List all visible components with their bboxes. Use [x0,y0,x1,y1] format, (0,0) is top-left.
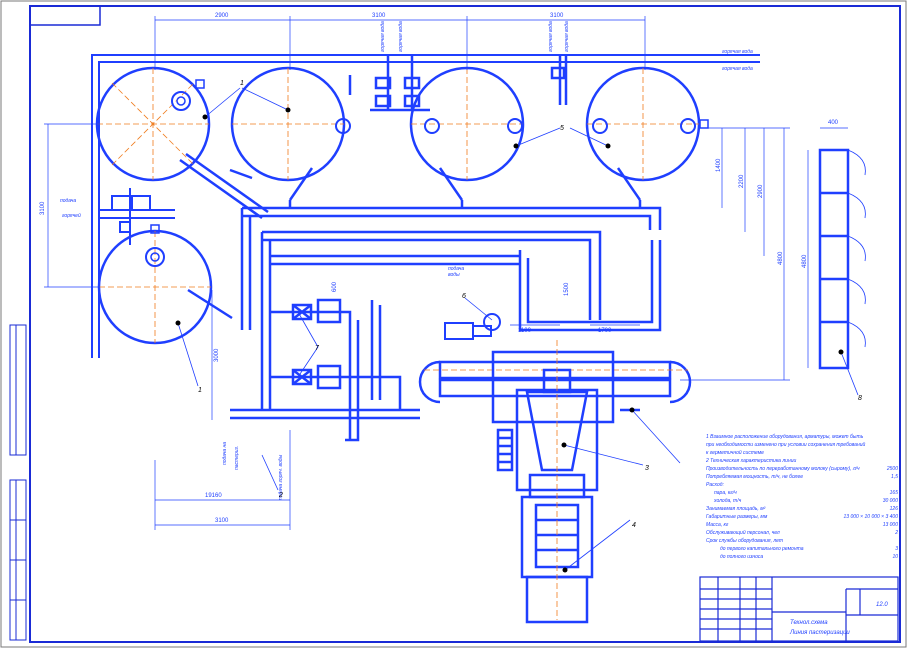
note-label: Занимаемая площадь, м² [706,506,766,512]
mid-valves [230,298,420,442]
note-row: до полного износа 10 [706,553,898,561]
note-row: пара, кг/ч 165 [706,489,898,497]
dim-top-3: 3100 [550,13,564,19]
sheet-number: 12.0 [876,602,888,608]
note-row: Производительность по переработанному мо… [706,465,898,473]
callout-8: 8 [858,395,862,402]
note-value: 30 000 [882,498,898,504]
pipe-label-l2: горячей [62,212,81,219]
note-label: Производительность по переработанному мо… [706,466,860,472]
dim-mid-1: 3000 [214,348,220,362]
note-line: 2 Техническая характеристика линии [706,458,797,464]
note-value: 3 [895,546,898,552]
dim-right-3: 2900 [758,184,764,198]
dim-bottom-outer: 3100 [215,518,229,524]
callout-6: 6 [462,293,466,300]
note-value: 13 000 × 10 000 × 3 400 [843,514,899,520]
dim-mid-small-4: 1500 [564,282,570,296]
note-row: холода, т/ч 30 000 [706,497,898,505]
note-row: Потребляемая мощность, т/ч, не более 1,5 [706,473,898,481]
callout-7: 7 [315,345,320,352]
tank-2 [230,66,351,182]
drawing-name: Линия пастеризации [789,630,850,636]
callout-1b: 1 [198,387,202,394]
pipe-label-v2: горячая вода [398,21,404,52]
note-line: Срок службы оборудования, лет [706,538,784,544]
callout-3: 3 [645,465,649,472]
pipe-label-bv1: подача на [222,442,228,465]
dim-right-2: 2200 [739,174,745,188]
note-row: до первого капитального ремонта 3 [706,545,898,553]
note-label: холода, т/ч [714,498,742,504]
dim-ladder-width: 400 [828,120,839,126]
note-label: Потребляемая мощность, т/ч, не более [706,474,804,480]
note-row: Масса, кг 13 000 [706,521,898,529]
top-left-stamp [29,5,101,26]
dim-right-1: 1400 [716,158,722,172]
title-block-text: 12.0 Технол.схема Линия пастеризации [789,602,888,636]
note-line: 1 Взаимное расположение оборудования, ар… [706,434,864,440]
dim-top-1: 2900 [215,13,229,19]
pasteurizer [418,350,692,424]
dim-mid-small-2: 1700 [598,328,612,334]
callout-1a: 1 [240,80,244,87]
note-label: Масса, кг [706,522,729,528]
pipe-label-tr1: горячая вода [722,49,753,55]
note-value: 2500 [886,466,898,472]
note-label: пара, кг/ч [714,490,737,496]
side-stamp [9,324,27,641]
note-value: 165 [889,490,898,496]
left-valve-cluster [99,188,175,245]
tank-3 [409,66,525,182]
dim-bottom-inner: 19160 [205,493,222,499]
dim-mid-small-1: 1100 [518,328,532,334]
callout-2: 2 [278,492,283,499]
note-value: 126 [889,506,898,512]
dim-left: 3100 [40,201,46,215]
note-value: 1,5 [891,474,898,480]
tank-1 [95,66,211,182]
tank-4 [585,66,709,182]
top-valves [370,55,568,112]
dim-top-2: 3100 [372,13,386,19]
note-value: 2 [895,530,898,536]
pipe-label-v4: горячая вода [564,21,570,52]
note-row: Обслуживающий персонал, чел 2 [706,529,898,537]
separator-assembly [496,340,599,624]
ladder-panel [818,148,866,370]
note-value: 10 [892,554,898,560]
doc-code: Технол.схема [790,620,828,626]
callout-5: 5 [560,125,564,132]
pipe-label-v3: горячая вода [548,21,554,52]
pipe-label-tr2: горячая вода [722,66,753,72]
callout-4: 4 [632,522,636,529]
pipe-label-m2: воды [448,272,460,278]
note-label: Обслуживающий персонал, чел [706,530,780,536]
note-value: 13 000 [882,522,898,528]
pipe-label-v1: горячая вода [380,21,386,52]
pipe-label-bv2: пастериз. [234,446,240,470]
note-label: Габаритные размеры, мм [706,514,768,520]
dim-mid-small-3: 600 [332,281,338,292]
note-label: до полного износа [720,554,764,560]
dim-ladder-height: 4800 [802,254,808,268]
note-row: Занимаемая площадь, м² 126 [706,505,898,513]
note-line: к герметичной системе [706,450,764,456]
dim-right-4: 4800 [778,251,784,265]
note-label: до первого капитального ремонта [720,546,804,552]
note-row: Габаритные размеры, мм 13 000 × 10 000 × … [706,513,898,521]
note-line: Расход: [706,482,724,488]
pipe-label-l1: подача [60,198,76,204]
note-line: при необходимости изменено при условии с… [706,442,866,448]
pump-6 [444,313,501,340]
technical-notes: 1 Взаимное расположение оборудования, ар… [706,433,898,561]
tank-5 [97,224,213,345]
